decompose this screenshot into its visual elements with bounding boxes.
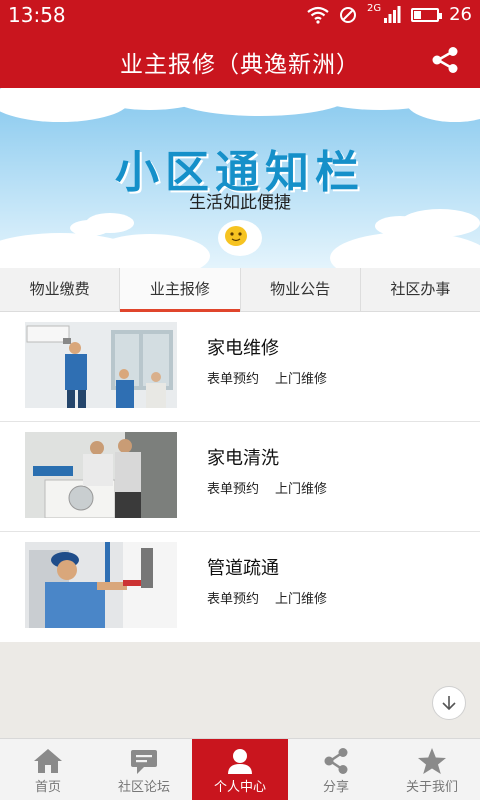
nav-home[interactable]: 首页 [0,739,96,800]
service-links: 表单预约 上门维修 [207,478,327,497]
banner-subtitle: 生活如此便捷 [189,193,291,213]
form-booking-link[interactable]: 表单预约 [207,588,259,607]
nav-label: 首页 [34,780,61,795]
service-name: 家电维修 [207,338,279,359]
nav-label: 社区论坛 [117,780,170,795]
list-item[interactable]: 管道疏通 表单预约 上门维修 [0,532,480,642]
home-repair-link[interactable]: 上门维修 [275,588,327,607]
share-icon [324,748,348,774]
page-title: 业主报修（典逸新洲） [120,52,360,78]
network-type: 2G [366,3,382,14]
nav-share[interactable]: 分享 [288,739,384,800]
home-repair-link[interactable]: 上门维修 [275,368,327,387]
tab-owner-repair[interactable]: 业主报修 [120,268,241,312]
home-icon [34,749,62,773]
tab-community-affairs[interactable]: 社区办事 [361,268,480,311]
appliance-repair-photo [25,322,177,408]
arrow-down-icon [442,696,456,711]
service-name: 管道疏通 [207,558,279,579]
service-name: 家电清洗 [207,448,279,469]
share-icon[interactable] [430,46,460,74]
nav-label: 分享 [322,780,349,795]
form-booking-link[interactable]: 表单预约 [207,368,259,387]
notice-banner[interactable]: 小区通知栏 生活如此便捷 [0,88,480,268]
list-item[interactable]: 家电维修 表单预约 上门维修 [0,312,480,422]
scroll-down-button[interactable] [432,686,466,720]
pipe-unclogging-photo [25,542,177,628]
status-bar: 13:58 2G 26 [0,0,480,32]
form-booking-link[interactable]: 表单预约 [207,478,259,497]
home-repair-link[interactable]: 上门维修 [275,478,327,497]
appliance-cleaning-photo [25,432,177,518]
tab-property-fee[interactable]: 物业缴费 [0,268,121,311]
bottom-nav: 首页 社区论坛 个人中心 分享 关于我们 [0,738,480,800]
wifi-icon [307,6,329,24]
status-time: 13:58 [8,3,66,27]
battery-icon [411,7,443,22]
star-icon [418,748,446,774]
nav-label: 关于我们 [405,780,458,795]
nav-about[interactable]: 关于我们 [384,739,480,800]
nav-forum[interactable]: 社区论坛 [96,739,192,800]
chat-icon [131,750,157,774]
title-bar: 业主报修（典逸新洲） [0,32,480,88]
nav-label: 个人中心 [213,780,266,795]
category-tabs: 物业缴费 业主报修 物业公告 社区办事 [0,268,480,312]
signal-icon [384,5,401,23]
service-links: 表单预约 上门维修 [207,368,327,387]
person-icon [228,749,252,774]
service-links: 表单预约 上门维修 [207,588,327,607]
battery-level: 26 [449,4,472,25]
list-item[interactable]: 家电清洗 表单预约 上门维修 [0,422,480,532]
nav-profile[interactable]: 个人中心 [192,739,288,800]
no-sim-icon [339,6,356,23]
tab-property-notice[interactable]: 物业公告 [241,268,361,311]
service-list: 家电维修 表单预约 上门维修 家电清洗 表单预约 上门维修 管道疏通 表单预约 … [0,312,480,642]
status-icons: 2G 26 [307,3,472,25]
